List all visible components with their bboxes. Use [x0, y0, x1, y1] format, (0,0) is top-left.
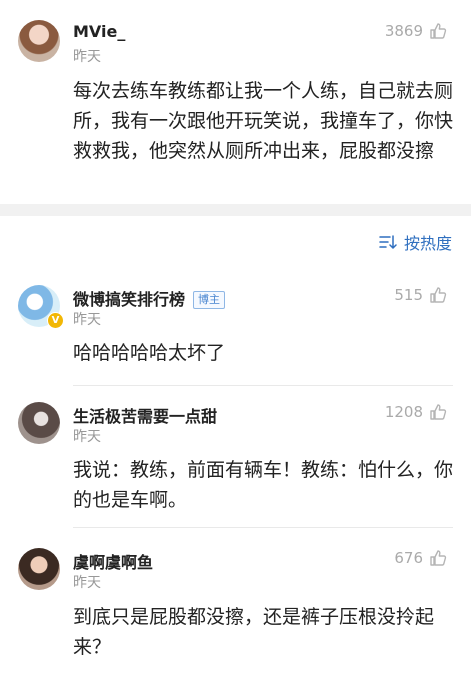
timestamp: 昨天	[73, 49, 101, 65]
comment-text: 哈哈哈哈哈太坏了	[73, 342, 226, 364]
sort-label: 按热度	[403, 234, 452, 253]
section-divider	[0, 204, 471, 216]
author-badge: 博主	[193, 291, 226, 309]
timestamp: 昨天	[73, 312, 101, 328]
timestamp: 昨天	[73, 575, 101, 591]
username[interactable]: MVie_	[73, 22, 125, 41]
timestamp: 昨天	[73, 429, 101, 445]
comment-text: 我说：教练，前面有辆车！教练：怕什么，你的也是车啊。	[73, 459, 454, 511]
like-button[interactable]: 515	[394, 286, 447, 304]
like-count: 676	[394, 549, 423, 567]
comment-text: 每次去练车教练都让我一个人练，自己就去厕所，我有一次跟他开玩笑说，我撞车了，你快…	[73, 80, 454, 162]
avatar[interactable]	[18, 548, 60, 590]
like-count: 1208	[384, 403, 423, 421]
like-button[interactable]: 3869	[385, 22, 447, 40]
username[interactable]: 虞啊虞啊鱼	[73, 549, 153, 573]
avatar[interactable]	[18, 402, 60, 444]
comment-text: 到底只是屁股都没擦，还是裤子压根没拎起来？	[73, 606, 435, 658]
thumbs-up-icon	[430, 550, 447, 566]
thumbs-up-icon	[430, 404, 447, 420]
verified-badge: V	[47, 312, 64, 329]
sort-icon	[379, 235, 397, 249]
thumbs-up-icon	[430, 287, 447, 303]
like-count: 3869	[384, 22, 423, 40]
username-row[interactable]: 微博搞笑排行榜 博主	[73, 286, 226, 310]
top-comment: MVie_ 昨天 3869 每次去练车教练都让我一个人练，自己就去厕所，我有一次…	[0, 0, 471, 204]
like-button[interactable]: 676	[394, 549, 447, 567]
like-count: 515	[394, 286, 423, 304]
avatar[interactable]	[18, 20, 60, 62]
divider	[73, 527, 453, 528]
username[interactable]: 生活极苦需要一点甜	[73, 403, 217, 427]
like-button[interactable]: 1208	[385, 403, 447, 421]
sort-by-hot-button[interactable]: 按热度	[378, 230, 452, 254]
divider	[73, 385, 453, 386]
username: 微博搞笑排行榜	[73, 290, 186, 309]
thumbs-up-icon	[430, 23, 447, 39]
